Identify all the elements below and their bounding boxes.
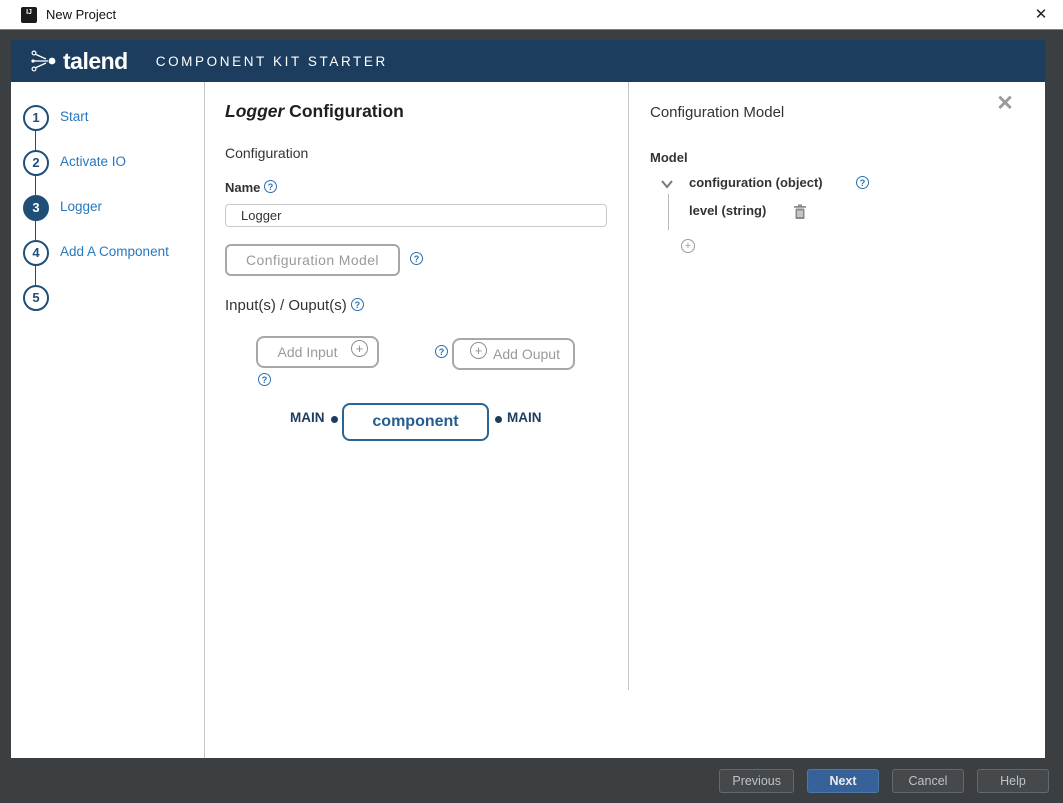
page-title-rest: Configuration	[284, 101, 404, 121]
tree-node-configuration[interactable]: configuration (object)	[689, 175, 823, 190]
next-button[interactable]: Next	[807, 769, 879, 793]
name-field-label: Name ?	[225, 180, 277, 195]
brand-name: talend	[63, 48, 128, 75]
help-icon[interactable]: ?	[258, 373, 271, 386]
window-close-icon[interactable]: ✕	[1025, 0, 1057, 29]
help-icon[interactable]: ?	[435, 345, 448, 358]
dialog-footer: Previous Next Cancel Help	[0, 758, 1063, 803]
page-title: Logger Configuration	[225, 101, 404, 122]
app-icon: IJ	[21, 7, 37, 23]
page-title-emphasis: Logger	[225, 101, 284, 121]
name-label-text: Name	[225, 180, 260, 195]
configuration-model-button[interactable]: Configuration Model	[225, 244, 400, 276]
config-model-panel-title: Configuration Model	[650, 104, 784, 121]
help-icon[interactable]: ?	[856, 176, 869, 189]
plus-icon: +	[470, 342, 487, 359]
close-icon[interactable]: ✕	[991, 90, 1019, 118]
main-port-label-right: MAIN	[507, 410, 542, 425]
tree-node-level[interactable]: level (string)	[689, 203, 766, 218]
connector-dot-right	[495, 416, 502, 423]
add-input-label: Add Input	[278, 344, 338, 360]
inputs-outputs-label: Input(s) / Ouput(s) ?	[225, 297, 364, 314]
inputs-outputs-label-text: Input(s) / Ouput(s)	[225, 297, 347, 314]
help-button[interactable]: Help	[977, 769, 1049, 793]
name-input[interactable]	[225, 204, 607, 227]
add-output-button[interactable]: + Add Ouput	[452, 338, 575, 370]
trash-icon[interactable]	[793, 204, 807, 220]
tree-indent-line	[668, 194, 669, 230]
model-label: Model	[650, 150, 688, 165]
add-output-label: Add Ouput	[493, 346, 560, 362]
connector-dot-left	[331, 416, 338, 423]
step-circle-2[interactable]: 2	[23, 150, 49, 176]
step-circle-3[interactable]: 3	[23, 195, 49, 221]
window-titlebar: IJ New Project ✕	[0, 0, 1063, 30]
wizard-title: COMPONENT KIT STARTER	[156, 54, 388, 69]
help-icon[interactable]: ?	[351, 298, 364, 311]
add-node-icon[interactable]: +	[681, 239, 695, 253]
main-port-label-left: MAIN	[290, 410, 325, 425]
wizard-body: 1 Start 2 Activate IO 3 Logger 4 Add A C…	[11, 82, 1045, 758]
brand-header: talend COMPONENT KIT STARTER	[11, 40, 1045, 82]
steps-sidebar: 1 Start 2 Activate IO 3 Logger 4 Add A C…	[11, 82, 205, 758]
add-input-button[interactable]: Add Input +	[256, 336, 379, 368]
configuration-section-label: Configuration	[225, 145, 308, 161]
help-icon[interactable]: ?	[410, 252, 423, 265]
step-circle-5[interactable]: 5	[23, 285, 49, 311]
component-box[interactable]: component	[342, 403, 489, 441]
cancel-button[interactable]: Cancel	[892, 769, 964, 793]
plus-icon: +	[351, 340, 368, 357]
chevron-down-icon[interactable]	[660, 179, 674, 189]
sidebar-item-start[interactable]: Start	[60, 109, 89, 124]
sidebar-item-logger[interactable]: Logger	[60, 199, 102, 214]
sidebar-item-activate-io[interactable]: Activate IO	[60, 154, 126, 169]
help-icon[interactable]: ?	[264, 180, 277, 193]
talend-logo-icon	[28, 47, 60, 75]
talend-logo: talend	[28, 47, 128, 75]
panel-divider	[628, 82, 629, 690]
sidebar-item-add-a-component[interactable]: Add A Component	[60, 244, 169, 259]
window-title: New Project	[46, 0, 116, 30]
step-circle-4[interactable]: 4	[23, 240, 49, 266]
previous-button[interactable]: Previous	[719, 769, 794, 793]
step-circle-1[interactable]: 1	[23, 105, 49, 131]
